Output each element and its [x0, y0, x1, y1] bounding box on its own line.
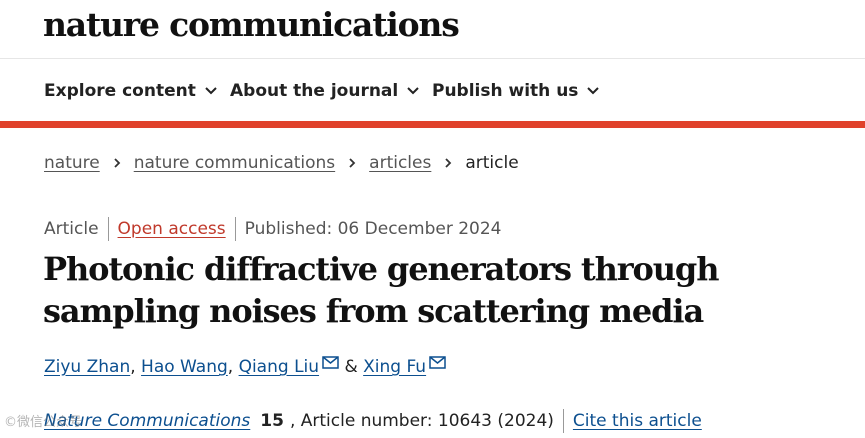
nav-explore-content[interactable]: Explore content	[44, 81, 218, 101]
author-separator: ,	[130, 357, 136, 377]
nav-label: Explore content	[44, 81, 196, 101]
site-header: nature communications	[0, 0, 865, 58]
nav-publish-with-us[interactable]: Publish with us	[432, 81, 600, 101]
breadcrumb-articles[interactable]: articles	[369, 153, 431, 173]
journal-link[interactable]: Nature Communications	[44, 411, 250, 431]
nav-label: About the journal	[230, 81, 399, 101]
author-list: Ziyu Zhan , Hao Wang , Qiang Liu & Xing …	[44, 355, 446, 377]
article-title: Photonic diffractive generators through …	[43, 250, 719, 330]
article-meta: Article Open access Published: 06 Decemb…	[44, 217, 501, 241]
published-date: Published: 06 December 2024	[244, 219, 502, 239]
cite-this-article-link[interactable]: Cite this article	[573, 411, 702, 431]
author-separator: ,	[227, 357, 234, 377]
chevron-right-icon	[445, 158, 452, 168]
chevron-down-icon	[205, 87, 217, 95]
volume: 15	[260, 411, 284, 431]
open-access-link[interactable]: Open access	[118, 219, 226, 239]
chevron-down-icon	[407, 87, 419, 95]
author-link[interactable]: Qiang Liu	[239, 357, 319, 377]
author-separator: &	[344, 357, 358, 377]
nav-label: Publish with us	[432, 81, 579, 101]
divider	[107, 217, 109, 241]
breadcrumb-nature-communications[interactable]: nature communications	[134, 153, 335, 173]
breadcrumb: nature nature communications articles ar…	[44, 153, 519, 173]
author-link[interactable]: Hao Wang	[141, 357, 228, 377]
author-link[interactable]: Ziyu Zhan	[44, 357, 130, 377]
author-link[interactable]: Xing Fu	[363, 357, 426, 377]
article-type: Article	[44, 219, 99, 239]
chevron-down-icon	[587, 87, 600, 95]
main-nav: Explore content About the journal Publis…	[0, 59, 865, 121]
divider	[562, 409, 564, 433]
accent-bar	[0, 121, 865, 128]
breadcrumb-current: article	[465, 153, 519, 173]
chevron-right-icon	[349, 158, 356, 168]
chevron-right-icon	[114, 158, 120, 168]
site-logo[interactable]: nature communications	[43, 5, 460, 44]
breadcrumb-nature[interactable]: nature	[44, 153, 100, 173]
article-number: , Article number: 10643 (2024)	[289, 411, 554, 431]
divider	[234, 217, 236, 241]
email-icon[interactable]	[429, 355, 446, 369]
citation-line: Nature Communications 15 , Article numbe…	[44, 409, 702, 433]
email-icon[interactable]	[322, 355, 339, 369]
nav-about-journal[interactable]: About the journal	[230, 81, 420, 101]
